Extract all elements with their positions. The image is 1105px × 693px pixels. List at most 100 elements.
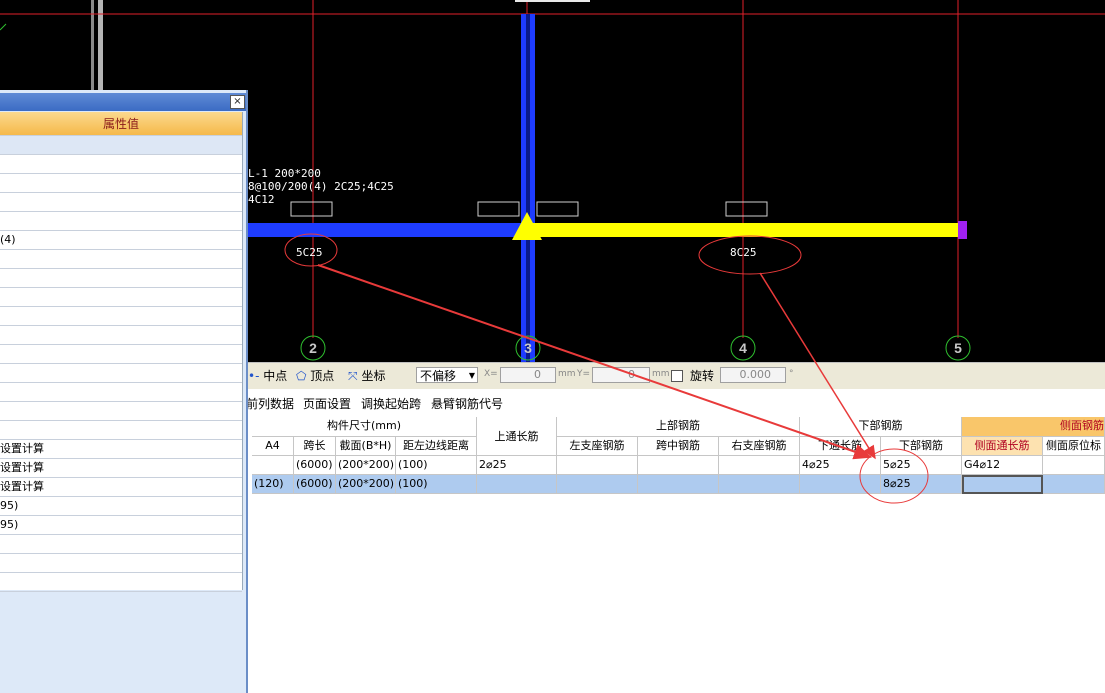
- property-row[interactable]: 95): [0, 516, 242, 535]
- table-cell[interactable]: [638, 475, 719, 494]
- table-cell[interactable]: [1043, 456, 1105, 475]
- property-grid: 属性值 (4) 设置计算 设置计算 设置计算 95) 95): [0, 112, 243, 592]
- midpoint-icon: •-: [248, 369, 260, 383]
- group-header-size: 构件尺寸(mm): [252, 417, 477, 437]
- menu-cantilever-code[interactable]: 悬臂钢筋代号: [431, 395, 503, 412]
- vertex-icon: ⬠: [296, 369, 307, 383]
- property-row[interactable]: [0, 535, 242, 554]
- chevron-down-icon: ▼: [468, 371, 475, 380]
- group-header-side: 侧面钢筋: [962, 417, 1105, 437]
- table-cell[interactable]: [477, 475, 557, 494]
- x-label: X=: [484, 369, 498, 379]
- property-row[interactable]: (4): [0, 231, 242, 250]
- property-row[interactable]: [0, 383, 242, 402]
- table-cell[interactable]: (200*200): [336, 475, 396, 494]
- property-row[interactable]: [0, 155, 242, 174]
- table-cell[interactable]: 2⌀25: [477, 456, 557, 475]
- menu-page-setup[interactable]: 页面设置: [303, 395, 351, 412]
- property-row[interactable]: [0, 307, 242, 326]
- property-row[interactable]: [0, 269, 242, 288]
- vertex-snap[interactable]: ⬠ 顶点: [296, 367, 334, 385]
- table-cell[interactable]: (6000): [294, 456, 336, 475]
- axis-number: 2: [309, 340, 317, 356]
- col-span-length: 跨长: [294, 437, 336, 456]
- midpoint-snap[interactable]: •- 中点: [248, 367, 287, 385]
- table-cell[interactable]: [800, 475, 881, 494]
- property-row[interactable]: [0, 174, 242, 193]
- y-unit: mm: [652, 369, 670, 379]
- col-side-inplace: 侧面原位标: [1043, 437, 1105, 456]
- vertex-label: 顶点: [310, 369, 335, 383]
- axis-number: 4: [739, 340, 747, 356]
- col-right-support: 右支座钢筋: [719, 437, 800, 456]
- close-icon[interactable]: ×: [230, 95, 245, 109]
- table-cell[interactable]: [638, 456, 719, 475]
- group-header-top: 上部钢筋: [557, 417, 800, 437]
- property-row[interactable]: [0, 345, 242, 364]
- col-midspan: 跨中钢筋: [638, 437, 719, 456]
- table-cell[interactable]: [252, 456, 294, 475]
- table-cell-active[interactable]: [962, 475, 1043, 494]
- rotate-input[interactable]: 0.000: [720, 367, 786, 383]
- property-row[interactable]: 95): [0, 497, 242, 516]
- x-input[interactable]: 0: [500, 367, 556, 383]
- col-side-through: 侧面通长筋: [962, 437, 1043, 456]
- table-cell[interactable]: [557, 475, 638, 494]
- property-row[interactable]: [0, 288, 242, 307]
- offset-select[interactable]: 不偏移 ▼: [416, 367, 478, 383]
- table-cell[interactable]: (6000): [294, 475, 336, 494]
- table-cell[interactable]: 5⌀25: [881, 456, 962, 475]
- col-bottom-rebar: 下部钢筋: [881, 437, 962, 456]
- property-row[interactable]: [0, 573, 242, 592]
- property-row[interactable]: [0, 326, 242, 345]
- table-cell[interactable]: 8⌀25: [881, 475, 962, 494]
- degree-unit: °: [789, 369, 794, 379]
- table-cell[interactable]: [719, 475, 800, 494]
- axis-number: 5: [954, 340, 962, 356]
- table-cell[interactable]: [1043, 475, 1105, 494]
- col-left-support: 左支座钢筋: [557, 437, 638, 456]
- property-row[interactable]: [0, 136, 242, 155]
- table-cell[interactable]: (120): [252, 475, 294, 494]
- property-row[interactable]: [0, 421, 242, 440]
- coordinate-snap[interactable]: ⤧ 坐标: [348, 367, 385, 385]
- rotate-checkbox[interactable]: [671, 370, 683, 382]
- property-value-header: 属性值: [0, 112, 242, 136]
- property-row[interactable]: [0, 402, 242, 421]
- coordinate-label: 坐标: [361, 369, 386, 383]
- axis-number: 3: [524, 340, 532, 356]
- table-cell[interactable]: [557, 456, 638, 475]
- table-cell[interactable]: (100): [396, 475, 477, 494]
- menu-front-data[interactable]: 前列数据: [246, 395, 294, 412]
- table-menubar: 前列数据 页面设置 调换起始跨 悬臂钢筋代号: [246, 391, 1105, 415]
- y-label: Y=: [577, 369, 591, 379]
- coordinate-icon: ⤧: [348, 369, 358, 383]
- rotate-label: 旋转: [690, 369, 715, 383]
- property-row[interactable]: [0, 212, 242, 231]
- y-input[interactable]: 0: [592, 367, 650, 383]
- table-cell[interactable]: G4⌀12: [962, 456, 1043, 475]
- table-cell[interactable]: 4⌀25: [800, 456, 881, 475]
- x-unit: mm: [558, 369, 576, 379]
- table-cell[interactable]: (200*200): [336, 456, 396, 475]
- property-row[interactable]: [0, 250, 242, 269]
- col-left-edge-distance: 距左边线距离: [396, 437, 477, 456]
- col-bottom-through: 下通长筋: [800, 437, 881, 456]
- property-row[interactable]: [0, 364, 242, 383]
- property-row[interactable]: [0, 193, 242, 212]
- beam-rebar-table: 构件尺寸(mm) 上通长筋 上部钢筋 下部钢筋 侧面钢筋 A4 跨长 截面(B*…: [252, 417, 1105, 497]
- offset-select-value: 不偏移: [420, 369, 457, 383]
- col-top-through: 上通长筋: [477, 417, 557, 456]
- annotation-right: 8C25: [730, 246, 757, 259]
- property-row[interactable]: 设置计算: [0, 478, 242, 497]
- col-section: 截面(B*H): [336, 437, 396, 456]
- beam-label-line3: 4C12: [248, 193, 275, 206]
- panel-titlebar[interactable]: [0, 93, 246, 111]
- table-cell[interactable]: (100): [396, 456, 477, 475]
- beam-label-line2: 8@100/200(4) 2C25;4C25: [248, 180, 394, 193]
- property-row[interactable]: 设置计算: [0, 459, 242, 478]
- table-cell[interactable]: [719, 456, 800, 475]
- menu-swap-start-span[interactable]: 调换起始跨: [361, 395, 421, 412]
- property-row[interactable]: 设置计算: [0, 440, 242, 459]
- property-row[interactable]: [0, 554, 242, 573]
